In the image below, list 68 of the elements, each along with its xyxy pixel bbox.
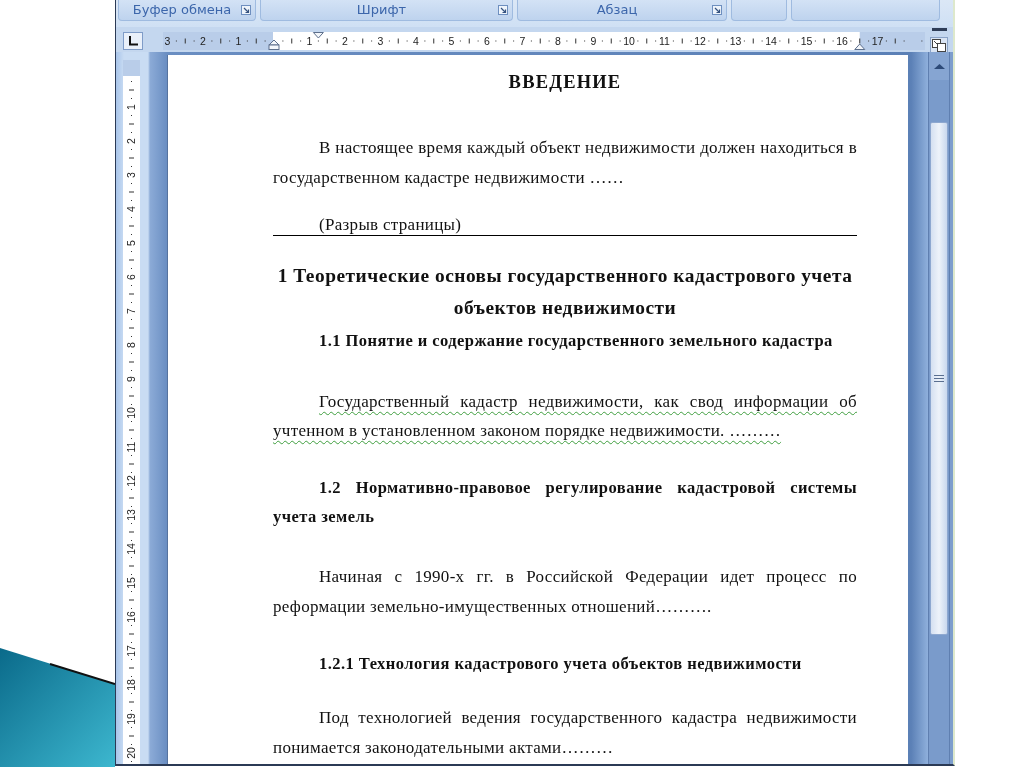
ruler-number: 10 [623,35,635,47]
ribbon-group-label: Шрифт [355,1,408,19]
ruler-number: 1 [125,104,137,110]
ruler-number: 9 [590,35,597,47]
grip-icon [934,375,944,382]
ruler-number: 6 [125,274,137,280]
chapter-heading: 1 Теоретические основы государственного кадастрового учета объектов недвижимости [276,264,854,320]
corner-arrow-icon[interactable] [712,5,722,15]
right-indent-marker[interactable] [854,43,866,50]
ruler-number: 15 [125,577,137,589]
ruler-number: 17 [871,35,884,47]
section-heading: 1.1 Понятие и содержание государственного земельного кадастра [318,330,834,352]
ruler-number: 1 [306,35,313,47]
ruler-number: 13 [729,35,742,47]
left-indent-marker[interactable] [268,39,280,50]
ribbon-group-label: Буфер обмена [131,1,233,19]
ruler-number: 7 [519,35,526,47]
ruler-number: 15 [800,35,813,47]
corner-arrow-icon[interactable] [241,5,251,15]
ruler-number: 11 [125,441,137,453]
ruler-number: 3 [125,172,137,178]
ruler-number: 9 [125,376,137,382]
scroll-up-button[interactable] [929,52,949,80]
ruler-number: 12 [694,35,706,47]
ruler-number: 2 [200,35,206,47]
splitter-handle[interactable] [931,28,947,31]
ruler-number: 8 [125,342,137,348]
ribbon-group-label: Абзац [595,1,639,19]
ruler-number: 12 [125,475,137,487]
paragraph: Государственный кадастр недвижимости, как свод информации об учтенном в установленном законом порядке недвижимости. ……… [273,390,857,442]
ruler-number: 2 [125,138,137,144]
ruler-number: 5 [448,35,455,47]
ruler-number: 1 [235,35,242,47]
caret-up-icon [933,63,945,69]
ruler-number: 6 [484,35,490,47]
ruler-number: 14 [765,35,777,47]
ruler-number: 3 [377,35,384,47]
ruler-number: 5 [125,240,137,246]
first-line-indent-marker[interactable] [312,32,324,39]
ruler-number: 10 [125,407,137,419]
section-heading: 1.2 Нормативно-правовое регулирование кадастровой системы учета земель [273,477,857,528]
section-heading: 1.2.1 Технология кадастрового учета объектов недвижимости [318,652,803,675]
ruler-number: 4 [125,206,137,212]
paragraph: Под технологией ведения государственного кадастра недвижимости понимается законодательными актами……… [273,707,857,759]
ruler-number: 8 [555,35,561,47]
ruler-number: 16 [125,611,137,623]
ruler-number: 20 [125,747,137,759]
ruler-number: 11 [659,35,670,47]
document-title: ВВЕДЕНИЕ [507,71,623,94]
ruler-number: 14 [125,543,137,555]
corner-arrow-icon[interactable] [498,5,508,15]
tab-selector-button[interactable] [123,32,143,50]
ruler-number: 13 [125,509,137,521]
paragraph: В настоящее время каждый объект недвижимости должен находиться в государственном кадастре недвижимости …… [273,137,857,189]
ruler-number: 4 [413,35,419,47]
ruler-number: 18 [125,679,137,691]
ruler-number: 19 [125,713,137,725]
ruler-number: 3 [164,35,171,47]
tab-stop-icon [128,36,138,46]
ruler-number: 7 [125,308,137,314]
ruler-number: 2 [342,35,348,47]
ruler-number: 16 [836,35,848,47]
page-break-marker: (Разрыв страницы) [319,215,462,234]
ruler-number: 17 [125,645,137,657]
ruler-margin-area [123,60,140,76]
scrollbar-thumb[interactable] [930,122,948,635]
paragraph: Начиная с 1990-х гг. в Российской Федерации идет процесс по реформации земельно-имущественных отношений………. [273,566,857,618]
documents-icon [932,39,946,52]
